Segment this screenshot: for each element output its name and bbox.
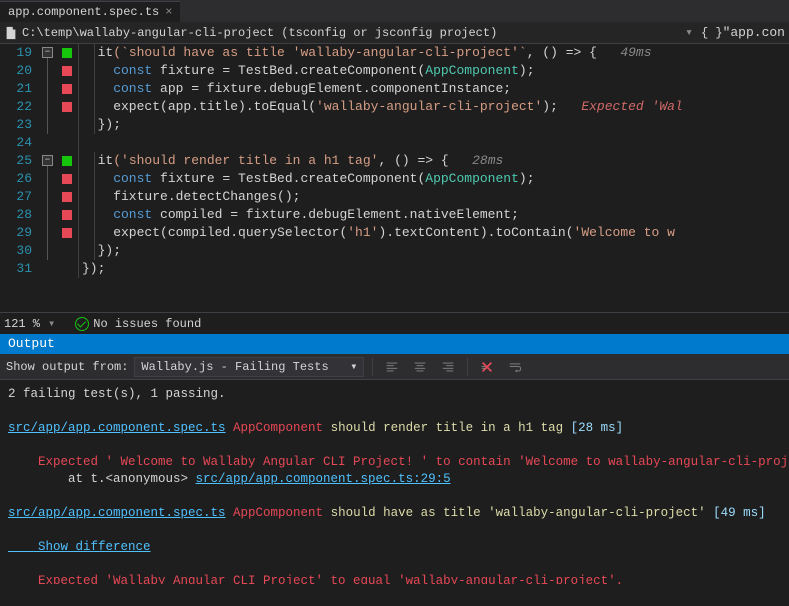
line-number: 21 xyxy=(0,80,32,98)
indent-left-icon[interactable] xyxy=(381,357,403,377)
code-line: }); xyxy=(82,116,789,134)
close-icon[interactable]: × xyxy=(165,5,172,19)
indent-guide xyxy=(94,152,95,260)
line-number: 26 xyxy=(0,170,32,188)
output-line: Expected 'Wallaby Angular CLI Project' t… xyxy=(8,573,781,584)
fail-indicator-icon xyxy=(62,174,72,184)
code-area[interactable]: it(`should have as title 'wallaby-angula… xyxy=(78,44,789,312)
line-number: 31 xyxy=(0,260,32,278)
fold-line xyxy=(47,166,48,260)
file-icon xyxy=(4,26,18,40)
code-line: it('should render title in a h1 tag', ()… xyxy=(82,152,789,170)
code-line: const compiled = fixture.debugElement.na… xyxy=(82,206,789,224)
fold-column: − − xyxy=(40,44,60,312)
file-link[interactable]: src/app/app.component.spec.ts xyxy=(8,506,226,520)
brace-icon: { } xyxy=(701,26,723,40)
breadcrumb-context[interactable]: "app.con xyxy=(723,25,785,40)
chevron-down-icon[interactable]: ▾ xyxy=(685,25,693,40)
check-circle-icon xyxy=(75,317,89,331)
chevron-down-icon: ▾ xyxy=(350,359,357,374)
output-line xyxy=(8,403,781,420)
output-source-label: Show output from: xyxy=(6,360,128,374)
output-line: src/app/app.component.spec.ts AppCompone… xyxy=(8,505,781,522)
output-panel-header[interactable]: Output xyxy=(0,334,789,354)
divider xyxy=(372,358,373,376)
fold-toggle[interactable]: − xyxy=(42,155,53,166)
divider xyxy=(467,358,468,376)
fail-indicator-icon xyxy=(62,84,72,94)
wrap-icon[interactable] xyxy=(504,357,526,377)
fail-indicator-icon xyxy=(62,228,72,238)
line-number: 22 xyxy=(0,98,32,116)
indent-right-icon[interactable] xyxy=(437,357,459,377)
output-line xyxy=(8,437,781,454)
clear-icon[interactable] xyxy=(476,357,498,377)
output-line: Show difference xyxy=(8,539,781,556)
output-body[interactable]: 2 failing test(s), 1 passing. src/app/ap… xyxy=(0,380,789,584)
code-line: fixture.detectChanges(); xyxy=(82,188,789,206)
indicator-column xyxy=(60,44,78,312)
breadcrumb-bar: C:\temp\wallaby-angular-cli-project (tsc… xyxy=(0,22,789,44)
fail-indicator-icon xyxy=(62,102,72,112)
code-line: it(`should have as title 'wallaby-angula… xyxy=(82,44,789,62)
code-line xyxy=(82,134,789,152)
output-line: at t.<anonymous> src/app/app.component.s… xyxy=(8,471,781,488)
output-line xyxy=(8,488,781,505)
code-editor[interactable]: 19 20 21 22 23 24 25 26 27 28 29 30 31 −… xyxy=(0,44,789,312)
output-line: 2 failing test(s), 1 passing. xyxy=(8,386,781,403)
fold-toggle[interactable]: − xyxy=(42,47,53,58)
pass-indicator-icon xyxy=(62,48,72,58)
line-number: 25 xyxy=(0,152,32,170)
indent-guide xyxy=(94,44,95,134)
line-number: 23 xyxy=(0,116,32,134)
code-line: const fixture = TestBed.createComponent(… xyxy=(82,62,789,80)
status-bar: 121 % ▾ No issues found xyxy=(0,312,789,334)
breadcrumb-path[interactable]: C:\temp\wallaby-angular-cli-project (tsc… xyxy=(22,26,685,40)
code-line: expect(compiled.querySelector('h1').text… xyxy=(82,224,789,242)
line-number: 27 xyxy=(0,188,32,206)
code-line: }); xyxy=(82,260,789,278)
line-number: 30 xyxy=(0,242,32,260)
issues-status: No issues found xyxy=(93,317,201,331)
chevron-down-icon[interactable]: ▾ xyxy=(48,316,55,331)
line-numbers: 19 20 21 22 23 24 25 26 27 28 29 30 31 xyxy=(0,44,40,312)
file-link[interactable]: src/app/app.component.spec.ts xyxy=(8,421,226,435)
pass-indicator-icon xyxy=(62,156,72,166)
tab-bar: app.component.spec.ts × xyxy=(0,0,789,22)
fail-indicator-icon xyxy=(62,210,72,220)
file-link[interactable]: src/app/app.component.spec.ts:29:5 xyxy=(196,472,451,486)
output-line: Expected ' Welcome to Wallaby Angular CL… xyxy=(8,454,781,471)
output-toolbar: Show output from: Wallaby.js - Failing T… xyxy=(0,354,789,380)
output-line xyxy=(8,556,781,573)
line-number: 29 xyxy=(0,224,32,242)
code-line: const fixture = TestBed.createComponent(… xyxy=(82,170,789,188)
code-line: }); xyxy=(82,242,789,260)
output-line xyxy=(8,522,781,539)
output-line: src/app/app.component.spec.ts AppCompone… xyxy=(8,420,781,437)
tab-title: app.component.spec.ts xyxy=(8,5,159,19)
line-number: 19 xyxy=(0,44,32,62)
zoom-level[interactable]: 121 % xyxy=(4,317,40,331)
line-number: 20 xyxy=(0,62,32,80)
output-source-select[interactable]: Wallaby.js - Failing Tests ▾ xyxy=(134,357,364,377)
code-line: const app = fixture.debugElement.compone… xyxy=(82,80,789,98)
line-number: 24 xyxy=(0,134,32,152)
file-tab[interactable]: app.component.spec.ts × xyxy=(0,1,180,22)
show-difference-link[interactable]: Show difference xyxy=(8,540,151,554)
select-value: Wallaby.js - Failing Tests xyxy=(141,360,328,374)
line-number: 28 xyxy=(0,206,32,224)
fail-indicator-icon xyxy=(62,66,72,76)
fail-indicator-icon xyxy=(62,192,72,202)
fold-line xyxy=(47,58,48,134)
editor-gutter: 19 20 21 22 23 24 25 26 27 28 29 30 31 −… xyxy=(0,44,78,312)
indent-center-icon[interactable] xyxy=(409,357,431,377)
indent-guide xyxy=(78,44,79,278)
code-line: expect(app.title).toEqual('wallaby-angul… xyxy=(82,98,789,116)
